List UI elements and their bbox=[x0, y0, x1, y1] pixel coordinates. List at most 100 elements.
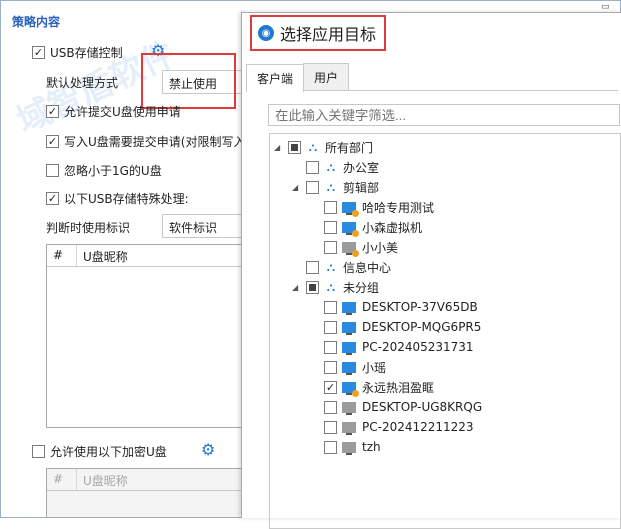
grid-col-index: # bbox=[47, 245, 77, 266]
tree-node[interactable]: 哈哈专用测试 bbox=[310, 197, 434, 217]
grid-header: # U盘昵称 bbox=[47, 245, 241, 267]
encrypted-row[interactable]: 允许使用以下加密U盘 bbox=[32, 443, 167, 460]
app-icon: ◉ bbox=[258, 25, 274, 41]
collapse-arrow-icon[interactable]: ◢ bbox=[292, 283, 302, 292]
usb-storage-checkbox[interactable]: ✓ bbox=[32, 46, 45, 59]
dialog-title: 选择应用目标 bbox=[280, 25, 377, 44]
dialog-title-highlight: ◉ 选择应用目标 bbox=[250, 15, 387, 51]
grid-header: # U盘昵称 bbox=[47, 469, 241, 491]
filter-input[interactable] bbox=[268, 104, 620, 126]
tree-node-label: 哈哈专用测试 bbox=[362, 200, 435, 215]
tree-node[interactable]: 小森虚拟机 bbox=[310, 217, 422, 237]
gear-icon[interactable]: ⚙ bbox=[201, 442, 215, 458]
allow-request-row[interactable]: ✓ 允许提交U盘使用申请 bbox=[46, 103, 181, 120]
tree-node-label: 所有部门 bbox=[325, 140, 374, 155]
tab-client[interactable]: 客户端 bbox=[246, 64, 305, 92]
select-target-dialog: ◉ 选择应用目标 客户端 用户 ◢ ⛬ 所有部门 ⛬ 办公室 ◢ ⛬ 剪辑部哈哈专用测试小森虚… bbox=[241, 12, 621, 529]
tree-node-checkbox[interactable] bbox=[324, 340, 337, 354]
encrypted-checkbox[interactable] bbox=[32, 445, 45, 458]
computer-icon bbox=[342, 320, 356, 335]
allow-request-label: 允许提交U盘使用申请 bbox=[64, 105, 181, 119]
dialog-tabs: 客户端 用户 bbox=[246, 63, 618, 92]
tree-node[interactable]: ⛬ 信息中心 bbox=[292, 257, 391, 277]
usb-storage-row[interactable]: ✓ USB存储控制 bbox=[32, 44, 123, 61]
tree-node[interactable]: PC-202412211223 bbox=[310, 417, 474, 437]
special-checkbox[interactable]: ✓ bbox=[46, 192, 59, 205]
tree-node-checkbox[interactable] bbox=[306, 280, 319, 294]
ignore-small-row[interactable]: 忽略小于1G的U盘 bbox=[46, 162, 162, 179]
tree-node[interactable]: 小小美 bbox=[310, 237, 398, 257]
judge-value: 软件标识 bbox=[169, 221, 218, 235]
ignore-small-checkbox[interactable] bbox=[46, 164, 59, 177]
tree-node-label: 永远热泪盈眶 bbox=[362, 380, 435, 395]
org-tree-icon: ⛬ bbox=[326, 179, 336, 194]
tree-node-label: 信息中心 bbox=[343, 260, 392, 275]
usb-list-grid[interactable]: # U盘昵称 bbox=[46, 244, 242, 428]
tree-node[interactable]: tzh bbox=[310, 437, 381, 457]
highlight-box bbox=[141, 53, 236, 109]
tree-node-checkbox[interactable] bbox=[324, 420, 337, 434]
computer-icon bbox=[342, 240, 359, 257]
tree-node-checkbox[interactable] bbox=[306, 180, 319, 194]
usb-storage-label: USB存储控制 bbox=[50, 46, 123, 60]
collapse-arrow-icon[interactable]: ◢ bbox=[274, 143, 284, 152]
tree-node[interactable]: PC-202405231731 bbox=[310, 337, 474, 357]
tree-node[interactable]: DESKTOP-UG8KRQG bbox=[310, 397, 482, 417]
warning-badge-icon bbox=[352, 210, 359, 217]
tree-node-checkbox[interactable]: ✓ bbox=[324, 380, 337, 394]
dialog-titlebar: ◉ 选择应用目标 bbox=[242, 13, 621, 53]
tree-node-label: DESKTOP-MQG6PR5 bbox=[362, 320, 482, 334]
tree-node[interactable]: DESKTOP-MQG6PR5 bbox=[310, 317, 481, 337]
write-request-checkbox[interactable]: ✓ bbox=[46, 135, 59, 148]
computer-icon bbox=[342, 440, 356, 455]
special-label: 以下USB存储特殊处理: bbox=[64, 192, 189, 206]
tree-node[interactable]: ✓ 永远热泪盈眶 bbox=[310, 377, 434, 397]
allow-request-checkbox[interactable]: ✓ bbox=[46, 105, 59, 118]
tree-node-checkbox[interactable] bbox=[324, 400, 337, 414]
judge-select[interactable]: 软件标识 bbox=[162, 214, 242, 238]
tree-node[interactable]: ◢ ⛬ 未分组 bbox=[292, 277, 379, 297]
grid-col-nickname: U盘昵称 bbox=[83, 250, 128, 264]
grid-col-nickname: U盘昵称 bbox=[83, 474, 128, 488]
tree-node[interactable]: ◢ ⛬ 剪辑部 bbox=[292, 177, 379, 197]
org-tree-icon: ⛬ bbox=[326, 279, 336, 294]
tree-node-checkbox[interactable] bbox=[324, 320, 337, 334]
warning-badge-icon bbox=[352, 230, 359, 237]
warning-badge-icon bbox=[352, 250, 359, 257]
computer-icon bbox=[342, 380, 359, 397]
computer-icon bbox=[342, 300, 356, 315]
encrypted-settings-gear[interactable]: ⚙ bbox=[201, 442, 215, 458]
window-control-icon[interactable]: ▭ bbox=[601, 2, 615, 12]
write-request-row[interactable]: ✓ 写入U盘需要提交申请(对限制写入 bbox=[46, 133, 245, 150]
tree-node[interactable]: DESKTOP-37V65DB bbox=[310, 297, 478, 317]
computer-icon bbox=[342, 340, 356, 355]
tree-node-label: PC-202405231731 bbox=[362, 340, 474, 354]
tree-node-checkbox[interactable] bbox=[324, 360, 337, 374]
tree-node-checkbox[interactable] bbox=[324, 240, 337, 254]
tree-node[interactable]: ⛬ 办公室 bbox=[292, 157, 379, 177]
tree-node-checkbox[interactable] bbox=[306, 160, 319, 174]
tab-user[interactable]: 用户 bbox=[303, 63, 350, 90]
tree-node-checkbox[interactable] bbox=[324, 440, 337, 454]
tree-node-checkbox[interactable] bbox=[324, 300, 337, 314]
tree-node-label: DESKTOP-UG8KRQG bbox=[362, 400, 483, 414]
special-row[interactable]: ✓ 以下USB存储特殊处理: bbox=[46, 190, 189, 207]
tree-node-label: 小小美 bbox=[362, 240, 399, 255]
grid-col-index: # bbox=[47, 469, 77, 490]
computer-icon bbox=[342, 220, 359, 237]
tree-node-checkbox[interactable] bbox=[324, 200, 337, 214]
warning-badge-icon bbox=[352, 390, 359, 397]
org-tree-icon: ⛬ bbox=[308, 139, 318, 154]
tree-node[interactable]: ◢ ⛬ 所有部门 bbox=[274, 137, 373, 157]
tree-node-checkbox[interactable] bbox=[288, 140, 301, 154]
target-tree[interactable]: ◢ ⛬ 所有部门 ⛬ 办公室 ◢ ⛬ 剪辑部 哈哈专用测试 小森虚拟机 小小美 ⛬ 信息中心 ◢ ⛬ 未分组 D… bbox=[269, 133, 621, 529]
ignore-small-label: 忽略小于1G的U盘 bbox=[64, 164, 162, 178]
computer-icon bbox=[342, 360, 356, 375]
tree-node-checkbox[interactable] bbox=[306, 260, 319, 274]
computer-icon bbox=[342, 420, 356, 435]
tree-node-checkbox[interactable] bbox=[324, 220, 337, 234]
tree-node[interactable]: 小瑶 bbox=[310, 357, 386, 377]
default-handling-label: 默认处理方式 bbox=[46, 76, 119, 90]
collapse-arrow-icon[interactable]: ◢ bbox=[292, 183, 302, 192]
tree-node-label: 办公室 bbox=[343, 160, 380, 175]
